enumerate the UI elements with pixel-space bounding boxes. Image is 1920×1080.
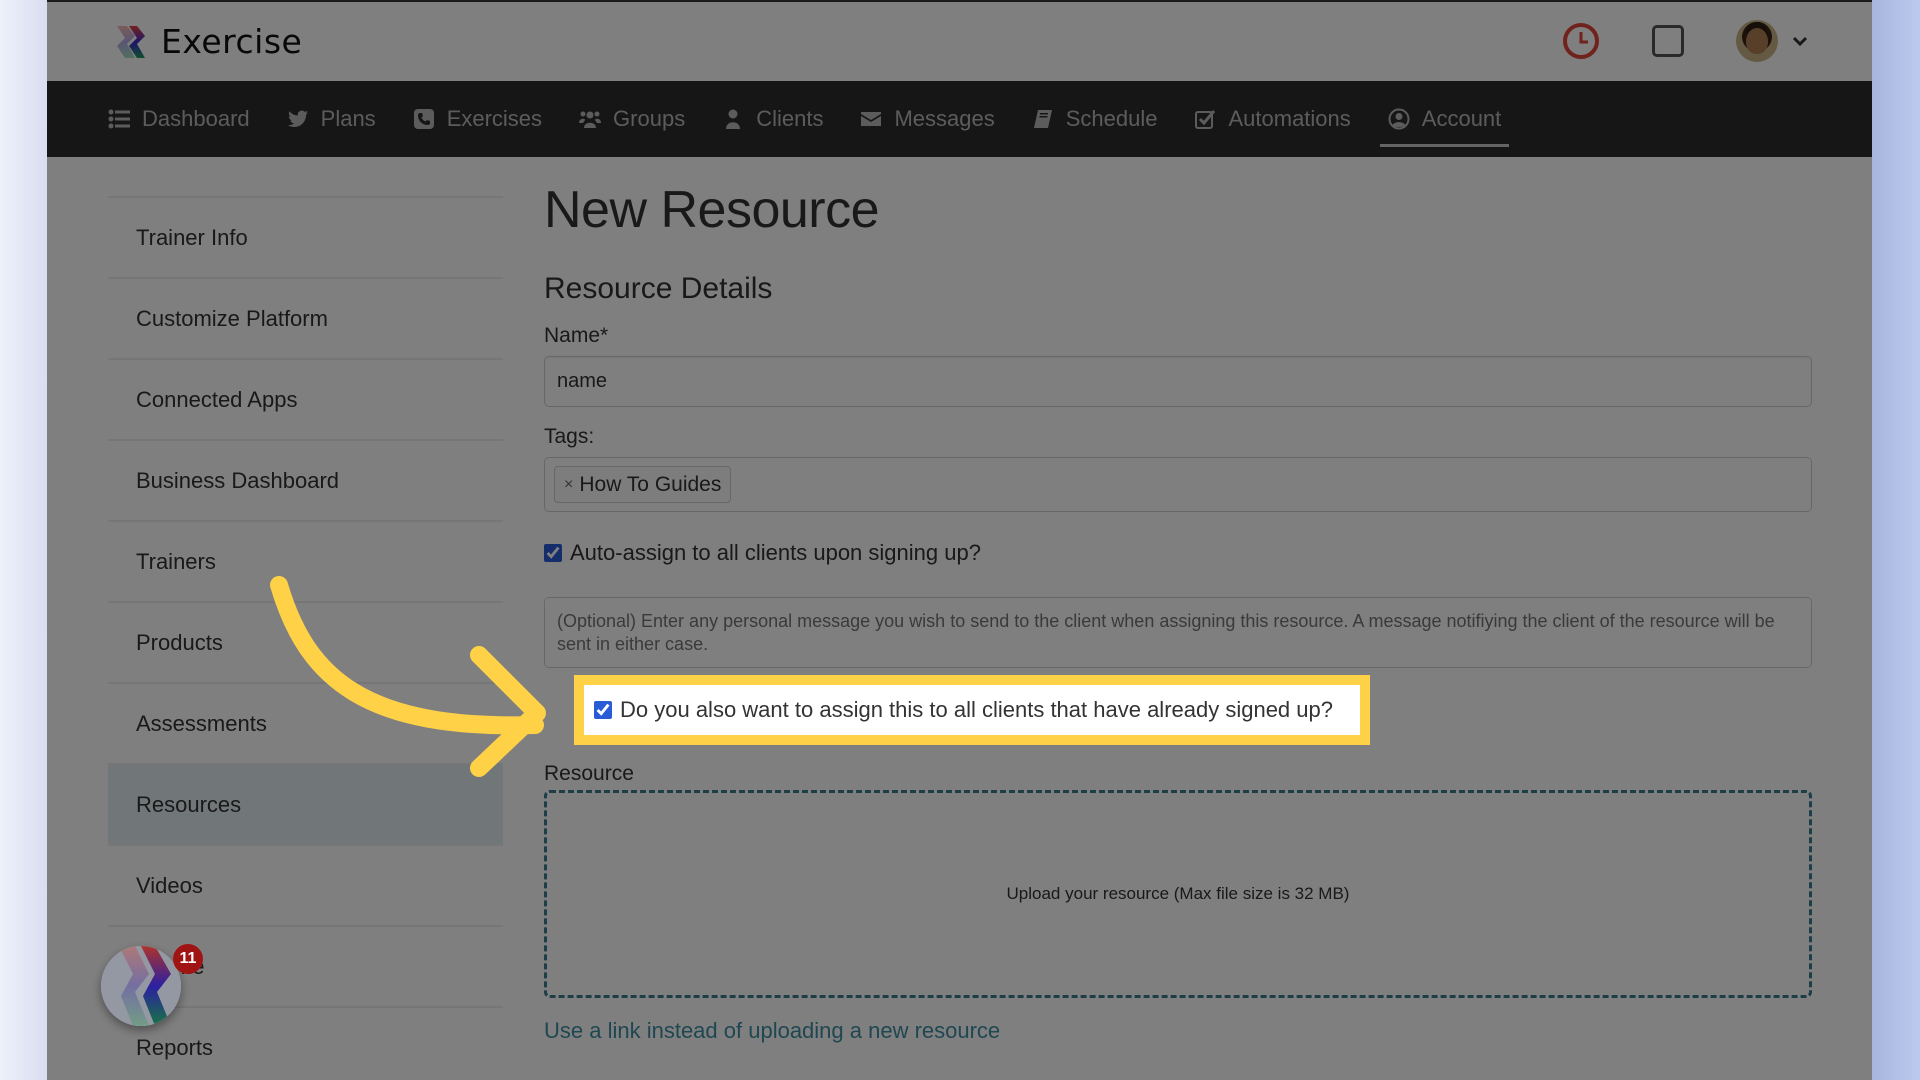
name-value: name [557,370,608,392]
sidebar-item-business-dashboard[interactable]: Business Dashboard [108,439,503,520]
widget-logo-icon [101,946,181,1026]
auto-assign-label: Auto-assign to all clients upon signing … [570,540,981,565]
nav-label: Account [1421,106,1502,131]
chevron-down-icon[interactable] [1792,33,1808,49]
group-icon [579,111,602,128]
sidebar-item-videos[interactable]: Videos [108,844,503,925]
personal-message-textarea[interactable] [544,597,1812,668]
tags-input[interactable]: × How To Guides [544,457,1812,512]
account-sidebar: Trainer Info Customize Platform Connecte… [108,196,503,1080]
nav-dashboard[interactable]: Dashboard [108,81,250,157]
auto-assign-option[interactable]: Auto-assign to all clients upon signing … [544,540,1814,566]
name-input[interactable]: name [544,356,1812,407]
nav-groups[interactable]: Groups [579,81,685,157]
account-circle-icon [1388,108,1410,130]
use-link-instead-link[interactable]: Use a link instead of uploading a new re… [544,1018,1000,1044]
header-actions [1562,20,1808,62]
name-label: Name* [544,324,609,347]
nav-account[interactable]: Account [1379,81,1509,157]
app-window: Exercise Dashboard Plans Exercises Group… [47,0,1872,1080]
resource-label: Resource [544,762,634,785]
nav-label: Automations [1228,106,1351,131]
sidebar-item-connected-apps[interactable]: Connected Apps [108,358,503,439]
sidebar-item-resources[interactable]: Resources [108,763,503,844]
clock-icon[interactable] [1562,22,1652,60]
tag-label: How To Guides [579,472,722,496]
nav-exercises[interactable]: Exercises [413,81,542,157]
assign-existing-label: Do you also want to assign this to all c… [620,697,1333,722]
auto-assign-checkbox[interactable] [544,544,562,562]
nav-automations[interactable]: Automations [1194,81,1351,157]
nav-plans[interactable]: Plans [287,81,376,157]
assign-existing-option-highlight[interactable]: Do you also want to assign this to all c… [574,675,1370,745]
sidebar-item-trainer-info[interactable]: Trainer Info [108,196,503,277]
assign-existing-checkbox[interactable] [594,701,612,719]
avatar[interactable] [1736,20,1778,62]
sidebar-item-products[interactable]: Products [108,601,503,682]
nav-label: Clients [756,106,824,131]
square-icon[interactable] [1652,25,1684,57]
nav-messages[interactable]: Messages [860,81,995,157]
sidebar-item-trainers[interactable]: Trainers [108,520,503,601]
twitter-bird-icon [287,110,308,127]
upload-text: Upload your resource (Max file size is 3… [1006,884,1350,903]
top-bar: Exercise [47,0,1872,81]
brand-name: Exercise [161,22,303,61]
tag-chip: × How To Guides [554,466,732,503]
brand[interactable]: Exercise [111,22,302,61]
help-widget-button[interactable]: 11 [101,944,203,1026]
book-icon [1033,110,1052,128]
tags-label: Tags: [544,425,595,448]
nav-clients[interactable]: Clients [722,81,823,157]
page-title: New Resource [544,181,880,239]
sidebar-item-reports[interactable]: Reports [108,1006,503,1080]
main-nav: Dashboard Plans Exercises Groups Clients… [47,81,1872,157]
checkbox-icon [1195,110,1216,129]
phone-icon [413,109,434,129]
nav-label: Messages [894,106,995,131]
notification-badge: 11 [173,944,203,974]
nav-label: Groups [613,106,686,131]
remove-tag-icon[interactable]: × [564,476,573,494]
nav-label: Schedule [1065,106,1158,131]
section-title: Resource Details [544,272,773,305]
nav-label: Dashboard [142,106,250,131]
sidebar-item-customize-platform[interactable]: Customize Platform [108,277,503,358]
nav-label: Plans [320,106,376,131]
list-icon [108,109,130,129]
nav-label: Exercises [446,106,543,131]
envelope-icon [861,112,882,126]
user-icon [726,109,741,129]
nav-schedule[interactable]: Schedule [1032,81,1158,157]
exercise-logo-icon [117,25,145,58]
new-resource-form: New Resource Resource Details Name* name… [544,180,1814,668]
sidebar-item-assessments[interactable]: Assessments [108,682,503,763]
upload-dropzone[interactable]: Upload your resource (Max file size is 3… [544,790,1812,998]
